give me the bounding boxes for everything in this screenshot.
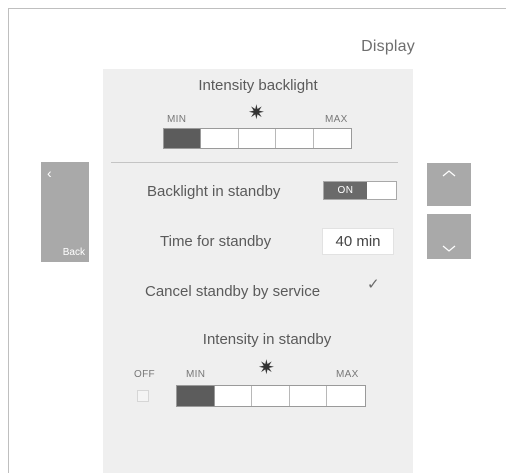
backlight-min-label: MIN xyxy=(167,114,187,125)
standby-level-segment-1[interactable] xyxy=(177,386,215,406)
standby-max-label: MAX xyxy=(336,369,359,380)
scroll-up-button[interactable] xyxy=(427,163,471,206)
standby-level-segment-2[interactable] xyxy=(214,386,253,406)
chevron-down-icon xyxy=(442,245,456,252)
chevron-left-icon: ‹ xyxy=(47,165,52,181)
time-standby-value[interactable]: 40 min xyxy=(322,228,394,255)
backlight-max-label: MAX xyxy=(325,114,348,125)
frame-left-border xyxy=(8,8,9,473)
section-divider xyxy=(111,162,398,163)
backlight-level-segment-2[interactable] xyxy=(201,129,239,148)
standby-off-label: OFF xyxy=(134,369,155,380)
toggle-on-label: ON xyxy=(324,182,367,199)
checkmark-icon[interactable]: ✓ xyxy=(367,277,381,292)
frame-top-border xyxy=(8,8,506,9)
chevron-up-icon xyxy=(442,170,456,177)
back-button[interactable]: ‹ Back xyxy=(41,162,89,262)
intensity-backlight-title: Intensity backlight xyxy=(198,77,318,94)
standby-intensity-slider[interactable] xyxy=(176,385,366,407)
cancel-standby-label: Cancel standby by service xyxy=(145,283,321,300)
sun-icon: ✷ xyxy=(258,357,275,379)
time-standby-label: Time for standby xyxy=(160,233,272,250)
page-title: Display xyxy=(361,38,415,55)
scroll-down-button[interactable] xyxy=(427,214,471,259)
backlight-level-segment-3[interactable] xyxy=(238,129,277,148)
backlight-level-segment-5[interactable] xyxy=(313,129,351,148)
standby-level-segment-5[interactable] xyxy=(327,386,365,406)
intensity-standby-title: Intensity in standby xyxy=(202,331,332,348)
backlight-intensity-slider[interactable] xyxy=(163,128,352,149)
sun-icon: ✷ xyxy=(248,102,265,124)
backlight-level-segment-4[interactable] xyxy=(276,129,314,148)
standby-level-segment-3[interactable] xyxy=(252,386,290,406)
backlight-level-segment-1[interactable] xyxy=(164,129,202,148)
standby-min-label: MIN xyxy=(186,369,206,380)
standby-off-checkbox[interactable] xyxy=(137,390,149,402)
standby-level-segment-4[interactable] xyxy=(289,386,328,406)
backlight-standby-toggle[interactable]: ON xyxy=(323,181,397,200)
backlight-standby-label: Backlight in standby xyxy=(147,183,281,200)
back-button-label: Back xyxy=(62,247,85,258)
